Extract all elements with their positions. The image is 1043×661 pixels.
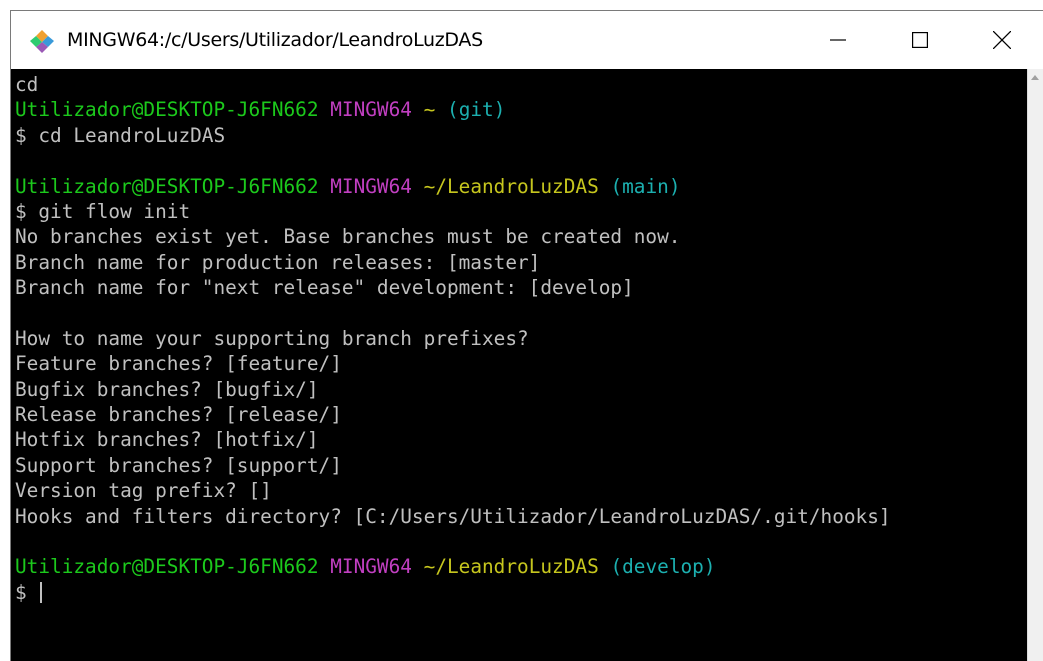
prompt-path: ~/LeandroLuzDAS (423, 555, 599, 579)
maximize-icon (912, 32, 928, 48)
output-line: Support branches? [support/] (15, 453, 891, 478)
prompt-system: MINGW64 (330, 174, 412, 198)
output-line: No branches exist yet. Base branches mus… (15, 224, 891, 249)
output-text: Feature branches? [feature/] (15, 352, 342, 376)
prompt-branch: (develop) (610, 555, 716, 579)
output-line: Release branches? [release/] (15, 402, 891, 427)
prompt-user-host: Utilizador@DESKTOP-J6FN662 (15, 98, 319, 122)
prompt-path: ~/LeandroLuzDAS (423, 174, 599, 198)
prompt-branch: (git) (447, 98, 506, 122)
scroll-up-arrow-icon[interactable] (1031, 75, 1039, 80)
vertical-scrollbar[interactable] (1027, 69, 1043, 661)
prompt-user-host: Utilizador@DESKTOP-J6FN662 (15, 555, 319, 579)
prompt-line: Utilizador@DESKTOP-J6FN662 MINGW64 ~/Lea… (15, 554, 891, 579)
output-text: No branches exist yet. Base branches mus… (15, 225, 681, 249)
prompt-path: ~ (423, 98, 436, 122)
output-line: $ git flow init (15, 199, 891, 224)
output-line: cd (15, 72, 891, 97)
maximize-button[interactable] (879, 11, 961, 69)
output-line: Branch name for "next release" developme… (15, 275, 891, 300)
text-cursor (40, 581, 43, 603)
output-text: $ cd LeandroLuzDAS (15, 123, 226, 147)
output-line: How to name your supporting branch prefi… (15, 326, 891, 351)
output-text: Hotfix branches? [hotfix/] (15, 428, 319, 452)
output-line: Hotfix branches? [hotfix/] (15, 427, 891, 452)
input-line: $ (15, 580, 891, 605)
output-line: Feature branches? [feature/] (15, 351, 891, 376)
title-bar[interactable]: MINGW64:/c/Users/Utilizador/LeandroLuzDA… (11, 11, 1043, 69)
terminal-window: MINGW64:/c/Users/Utilizador/LeandroLuzDA… (10, 10, 1043, 661)
prompt-system: MINGW64 (330, 555, 412, 579)
prompt-line: Utilizador@DESKTOP-J6FN662 MINGW64 ~/Lea… (15, 174, 891, 199)
output-line: $ cd LeandroLuzDAS (15, 123, 891, 148)
close-icon (993, 31, 1011, 49)
terminal-output[interactable]: cd Utilizador@DESKTOP-J6FN662 MINGW64 ~ (… (11, 69, 1027, 661)
output-text: Branch name for production releases: [ma… (15, 250, 541, 274)
command-prompt: $ (15, 580, 39, 604)
output-text: Hooks and filters directory? [C:/Users/U… (15, 504, 891, 528)
output-text: $ git flow init (15, 199, 191, 223)
prompt-line: Utilizador@DESKTOP-J6FN662 MINGW64 ~ (gi… (15, 97, 891, 122)
minimize-button[interactable] (797, 11, 879, 69)
output-line: Hooks and filters directory? [C:/Users/U… (15, 504, 891, 529)
output-line: Version tag prefix? [] (15, 478, 891, 503)
output-text: Release branches? [release/] (15, 403, 342, 427)
output-text: Branch name for "next release" developme… (15, 276, 634, 300)
output-line: Bugfix branches? [bugfix/] (15, 377, 891, 402)
git-diamond-icon (30, 29, 54, 53)
output-text: cd (15, 73, 39, 96)
output-line: Branch name for production releases: [ma… (15, 250, 891, 275)
close-button[interactable] (961, 11, 1043, 69)
terminal-lines: cd Utilizador@DESKTOP-J6FN662 MINGW64 ~ (… (15, 72, 891, 605)
output-text: Support branches? [support/] (15, 453, 342, 477)
prompt-system: MINGW64 (330, 98, 412, 122)
window-title: MINGW64:/c/Users/Utilizador/LeandroLuzDA… (67, 29, 483, 51)
prompt-branch: (main) (610, 174, 681, 198)
output-text: Bugfix branches? [bugfix/] (15, 377, 319, 401)
prompt-user-host: Utilizador@DESKTOP-J6FN662 (15, 174, 319, 198)
output-text: How to name your supporting branch prefi… (15, 326, 529, 350)
output-text: Version tag prefix? [] (15, 479, 272, 503)
minimize-icon (830, 39, 846, 41)
